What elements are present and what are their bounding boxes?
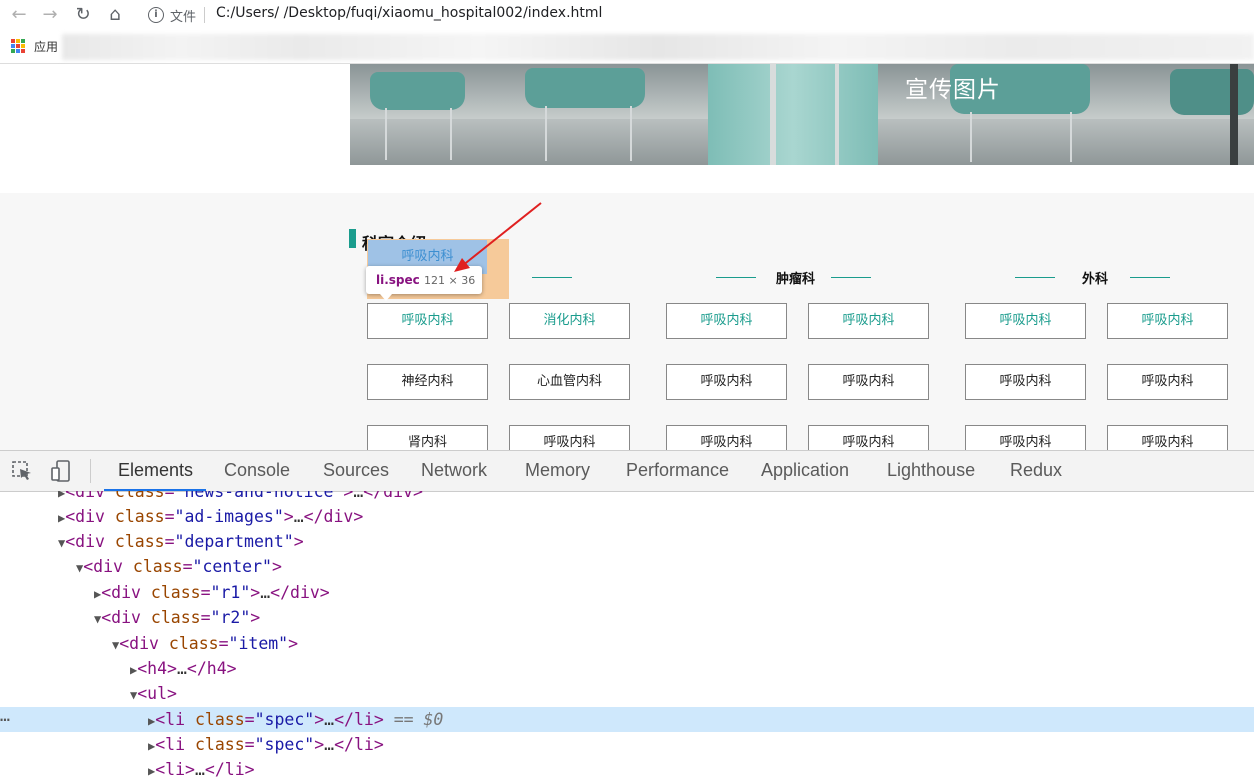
tab-console[interactable]: Console — [224, 460, 290, 481]
column-line — [831, 277, 871, 278]
dom-node[interactable]: ▼<div class="department"> — [0, 529, 1254, 554]
dom-node[interactable]: ▶<li class="spec">…</li> — [0, 732, 1254, 757]
department-section: 科室介绍 内科 肿瘤科 外科 呼吸内科 消化内科 呼吸内科 呼吸内科 呼吸内科 … — [0, 193, 1254, 450]
spec-item[interactable]: 呼吸内科 — [808, 364, 929, 400]
tab-memory[interactable]: Memory — [525, 460, 590, 481]
more-options-icon[interactable]: ⋯ — [0, 707, 10, 732]
spec-item[interactable]: 呼吸内科 — [965, 303, 1086, 339]
spec-item[interactable]: 心血管内科 — [509, 364, 630, 400]
address-bar[interactable]: i 文件 C:/Users/ /Desktop/fuqi/xiaomu_hosp… — [138, 2, 1246, 28]
dom-node[interactable]: ▶<h4>…</h4> — [0, 656, 1254, 681]
tab-elements[interactable]: Elements — [118, 460, 193, 481]
tab-lighthouse[interactable]: Lighthouse — [887, 460, 975, 481]
apps-grid-icon[interactable] — [11, 39, 25, 53]
apps-label[interactable]: 应用 — [34, 38, 58, 55]
spec-item[interactable]: 消化内科 — [509, 303, 630, 339]
devtools-tabbar: Elements Console Sources Network Memory … — [0, 451, 1254, 492]
column-line — [1015, 277, 1055, 278]
tab-performance[interactable]: Performance — [626, 460, 729, 481]
tab-sources[interactable]: Sources — [323, 460, 389, 481]
spec-item[interactable]: 呼吸内科 — [666, 425, 787, 450]
dom-node[interactable]: ▼<div class="r2"> — [0, 605, 1254, 630]
spec-item[interactable]: 呼吸内科 — [1107, 364, 1228, 400]
column-title-oncology: 肿瘤科 — [776, 272, 816, 287]
browser-toolbar: ← → ↻ ⌂ i 文件 C:/Users/ /Desktop/fuqi/xia… — [0, 0, 1254, 30]
column-title-surgery: 外科 — [1082, 272, 1109, 287]
dom-node[interactable]: ▶<div class="ad-images">…</div> — [0, 504, 1254, 529]
dom-node[interactable]: ▶<div class="r1">…</div> — [0, 580, 1254, 605]
spec-item[interactable]: 呼吸内科 — [1107, 303, 1228, 339]
ad-banner-image: 宣传图片 — [350, 64, 1254, 165]
column-line — [716, 277, 756, 278]
dom-node[interactable]: ▼<ul> — [0, 681, 1254, 706]
back-icon[interactable]: ← — [8, 4, 30, 26]
blurred-bookmarks — [62, 34, 1254, 60]
dom-node-selected[interactable]: ⋯ ▶<li class="spec">…</li> == $0 — [0, 707, 1254, 732]
devtools-panel: Elements Console Sources Network Memory … — [0, 450, 1254, 782]
tab-redux[interactable]: Redux — [1010, 460, 1062, 481]
bookmarks-bar: 应用 — [0, 30, 1254, 64]
address-separator — [204, 7, 205, 23]
spec-item[interactable]: 呼吸内科 — [965, 425, 1086, 450]
url-text[interactable]: C:/Users/ /Desktop/fuqi/xiaomu_hospital0… — [216, 5, 602, 21]
tooltip-selector: li.spec — [376, 273, 420, 287]
spec-item[interactable]: 呼吸内科 — [367, 303, 488, 339]
spec-item[interactable]: 呼吸内科 — [808, 303, 929, 339]
tab-network[interactable]: Network — [421, 460, 487, 481]
title-accent-bar — [349, 229, 356, 248]
reload-icon[interactable]: ↻ — [72, 4, 94, 26]
file-label: 文件 — [170, 10, 197, 25]
spec-item[interactable]: 呼吸内科 — [666, 364, 787, 400]
spec-item[interactable]: 呼吸内科 — [965, 364, 1086, 400]
dom-tree: ▶<div class="news-and-notice">…</div> ▶<… — [0, 491, 1254, 782]
device-toolbar-icon[interactable] — [50, 460, 72, 482]
dom-node[interactable]: ▶<li>…</li> — [0, 757, 1254, 782]
spec-item[interactable]: 呼吸内科 — [666, 303, 787, 339]
page-viewport: 宣传图片 科室介绍 内科 肿瘤科 外科 呼吸内科 消化内科 呼吸内科 呼吸内科 … — [0, 64, 1254, 450]
spec-item[interactable]: 神经内科 — [367, 364, 488, 400]
dom-node[interactable]: ▶<div class="news-and-notice">…</div> — [0, 491, 1254, 504]
annotation-arrow — [454, 202, 542, 272]
column-line — [1130, 277, 1170, 278]
forward-icon[interactable]: → — [39, 4, 61, 26]
banner-text: 宣传图片 — [905, 77, 1001, 103]
dom-node[interactable]: ▼<div class="center"> — [0, 554, 1254, 579]
spec-item[interactable]: 呼吸内科 — [509, 425, 630, 450]
info-icon[interactable]: i — [148, 7, 164, 23]
spec-item[interactable]: 肾内科 — [367, 425, 488, 450]
tab-application[interactable]: Application — [761, 460, 849, 481]
spec-item[interactable]: 呼吸内科 — [808, 425, 929, 450]
spec-item[interactable]: 呼吸内科 — [1107, 425, 1228, 450]
dom-node[interactable]: ▼<div class="item"> — [0, 631, 1254, 656]
home-icon[interactable]: ⌂ — [104, 4, 126, 26]
inspect-element-icon[interactable] — [11, 460, 33, 482]
